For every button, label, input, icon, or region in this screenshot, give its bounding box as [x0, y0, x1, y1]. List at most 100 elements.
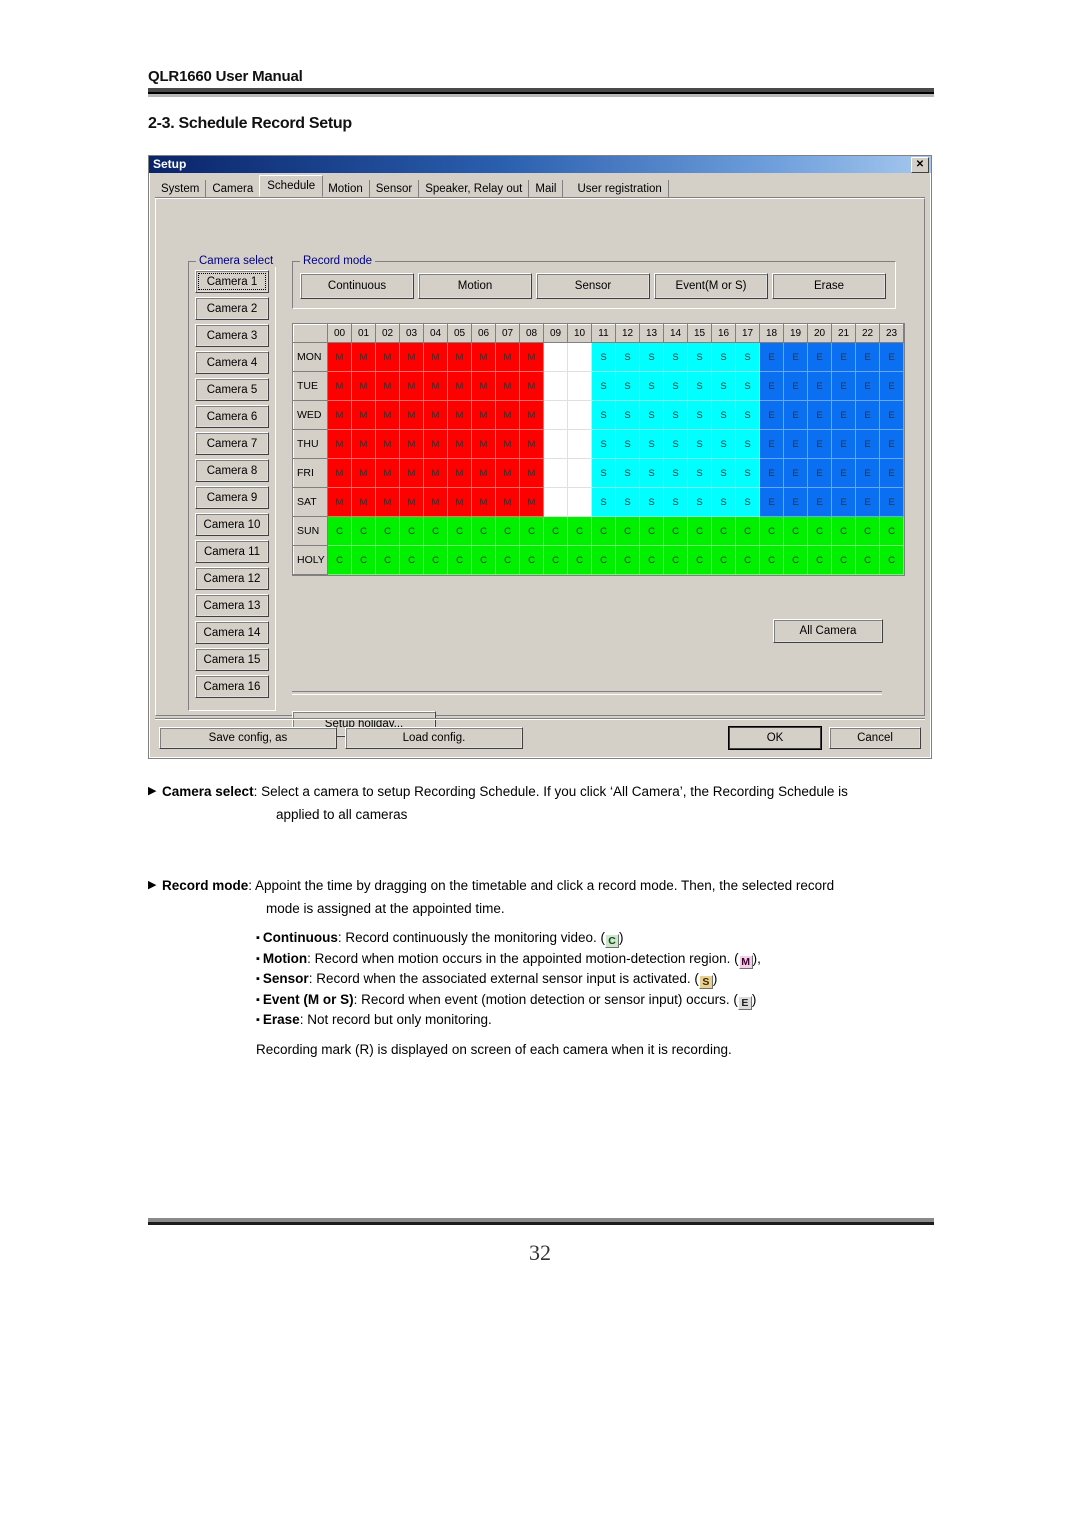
schedule-cell-wed-03[interactable]: M	[399, 400, 424, 430]
schedule-cell-thu-06[interactable]: M	[471, 429, 496, 459]
schedule-cell-fri-09[interactable]	[543, 458, 568, 488]
schedule-cell-thu-05[interactable]: M	[447, 429, 472, 459]
schedule-cell-thu-02[interactable]: M	[375, 429, 400, 459]
camera-button-7[interactable]: Camera 7	[195, 432, 269, 455]
camera-button-16[interactable]: Camera 16	[195, 675, 269, 698]
schedule-cell-wed-15[interactable]: S	[687, 400, 712, 430]
schedule-cell-thu-09[interactable]	[543, 429, 568, 459]
schedule-cell-fri-15[interactable]: S	[687, 458, 712, 488]
schedule-cell-holy-23[interactable]: C	[879, 545, 904, 575]
schedule-cell-tue-03[interactable]: M	[399, 371, 424, 401]
schedule-cell-sun-10[interactable]: C	[567, 516, 592, 546]
schedule-cell-tue-07[interactable]: M	[495, 371, 520, 401]
schedule-cell-sun-06[interactable]: C	[471, 516, 496, 546]
schedule-cell-mon-20[interactable]: E	[807, 342, 832, 372]
schedule-cell-holy-00[interactable]: C	[327, 545, 352, 575]
schedule-cell-thu-11[interactable]: S	[591, 429, 616, 459]
schedule-cell-sun-14[interactable]: C	[663, 516, 688, 546]
schedule-cell-holy-10[interactable]: C	[567, 545, 592, 575]
schedule-cell-tue-18[interactable]: E	[759, 371, 784, 401]
schedule-cell-tue-00[interactable]: M	[327, 371, 352, 401]
schedule-cell-tue-12[interactable]: S	[615, 371, 640, 401]
schedule-cell-tue-19[interactable]: E	[783, 371, 808, 401]
schedule-cell-tue-01[interactable]: M	[351, 371, 376, 401]
schedule-cell-wed-20[interactable]: E	[807, 400, 832, 430]
schedule-cell-sun-09[interactable]: C	[543, 516, 568, 546]
schedule-cell-tue-04[interactable]: M	[423, 371, 448, 401]
schedule-cell-thu-21[interactable]: E	[831, 429, 856, 459]
camera-button-4[interactable]: Camera 4	[195, 351, 269, 374]
schedule-cell-wed-06[interactable]: M	[471, 400, 496, 430]
schedule-cell-tue-16[interactable]: S	[711, 371, 736, 401]
schedule-cell-fri-23[interactable]: E	[879, 458, 904, 488]
schedule-cell-wed-23[interactable]: E	[879, 400, 904, 430]
schedule-cell-sat-01[interactable]: M	[351, 487, 376, 517]
camera-button-3[interactable]: Camera 3	[195, 324, 269, 347]
schedule-cell-wed-22[interactable]: E	[855, 400, 880, 430]
schedule-cell-sun-00[interactable]: C	[327, 516, 352, 546]
schedule-cell-thu-19[interactable]: E	[783, 429, 808, 459]
schedule-cell-mon-12[interactable]: S	[615, 342, 640, 372]
schedule-cell-tue-09[interactable]	[543, 371, 568, 401]
schedule-cell-tue-20[interactable]: E	[807, 371, 832, 401]
schedule-cell-sun-07[interactable]: C	[495, 516, 520, 546]
schedule-cell-holy-21[interactable]: C	[831, 545, 856, 575]
schedule-cell-sun-18[interactable]: C	[759, 516, 784, 546]
schedule-cell-fri-00[interactable]: M	[327, 458, 352, 488]
schedule-cell-wed-13[interactable]: S	[639, 400, 664, 430]
schedule-cell-thu-22[interactable]: E	[855, 429, 880, 459]
schedule-cell-thu-00[interactable]: M	[327, 429, 352, 459]
schedule-cell-fri-18[interactable]: E	[759, 458, 784, 488]
schedule-cell-fri-04[interactable]: M	[423, 458, 448, 488]
schedule-cell-mon-03[interactable]: M	[399, 342, 424, 372]
schedule-cell-sun-20[interactable]: C	[807, 516, 832, 546]
schedule-cell-fri-02[interactable]: M	[375, 458, 400, 488]
record-mode-button-event-m-or-s[interactable]: Event(M or S)	[654, 273, 768, 299]
schedule-cell-fri-08[interactable]: M	[519, 458, 544, 488]
schedule-cell-wed-21[interactable]: E	[831, 400, 856, 430]
schedule-cell-thu-15[interactable]: S	[687, 429, 712, 459]
schedule-cell-sat-06[interactable]: M	[471, 487, 496, 517]
tab-speaker-relay-out[interactable]: Speaker, Relay out	[419, 180, 530, 198]
schedule-cell-mon-23[interactable]: E	[879, 342, 904, 372]
schedule-cell-sat-13[interactable]: S	[639, 487, 664, 517]
schedule-cell-sat-16[interactable]: S	[711, 487, 736, 517]
camera-button-14[interactable]: Camera 14	[195, 621, 269, 644]
schedule-cell-holy-06[interactable]: C	[471, 545, 496, 575]
schedule-cell-tue-14[interactable]: S	[663, 371, 688, 401]
schedule-cell-fri-11[interactable]: S	[591, 458, 616, 488]
schedule-cell-fri-01[interactable]: M	[351, 458, 376, 488]
tab-schedule[interactable]: Schedule	[259, 175, 324, 197]
schedule-cell-holy-14[interactable]: C	[663, 545, 688, 575]
camera-button-11[interactable]: Camera 11	[195, 540, 269, 563]
schedule-cell-sun-01[interactable]: C	[351, 516, 376, 546]
camera-button-9[interactable]: Camera 9	[195, 486, 269, 509]
schedule-cell-mon-04[interactable]: M	[423, 342, 448, 372]
camera-button-10[interactable]: Camera 10	[195, 513, 269, 536]
schedule-cell-sat-15[interactable]: S	[687, 487, 712, 517]
schedule-cell-sat-20[interactable]: E	[807, 487, 832, 517]
schedule-cell-wed-07[interactable]: M	[495, 400, 520, 430]
schedule-cell-sat-02[interactable]: M	[375, 487, 400, 517]
schedule-cell-fri-03[interactable]: M	[399, 458, 424, 488]
schedule-cell-fri-13[interactable]: S	[639, 458, 664, 488]
schedule-cell-tue-08[interactable]: M	[519, 371, 544, 401]
camera-button-5[interactable]: Camera 5	[195, 378, 269, 401]
schedule-cell-wed-18[interactable]: E	[759, 400, 784, 430]
schedule-cell-fri-20[interactable]: E	[807, 458, 832, 488]
schedule-cell-sat-14[interactable]: S	[663, 487, 688, 517]
schedule-cell-fri-14[interactable]: S	[663, 458, 688, 488]
schedule-cell-sat-22[interactable]: E	[855, 487, 880, 517]
schedule-cell-tue-13[interactable]: S	[639, 371, 664, 401]
schedule-cell-mon-05[interactable]: M	[447, 342, 472, 372]
schedule-cell-sun-11[interactable]: C	[591, 516, 616, 546]
camera-button-2[interactable]: Camera 2	[195, 297, 269, 320]
schedule-cell-sat-19[interactable]: E	[783, 487, 808, 517]
schedule-cell-sat-17[interactable]: S	[735, 487, 760, 517]
schedule-cell-thu-01[interactable]: M	[351, 429, 376, 459]
ok-button[interactable]: OK	[729, 727, 821, 749]
camera-button-1[interactable]: Camera 1	[195, 270, 269, 293]
schedule-cell-mon-11[interactable]: S	[591, 342, 616, 372]
schedule-cell-thu-18[interactable]: E	[759, 429, 784, 459]
schedule-cell-holy-11[interactable]: C	[591, 545, 616, 575]
